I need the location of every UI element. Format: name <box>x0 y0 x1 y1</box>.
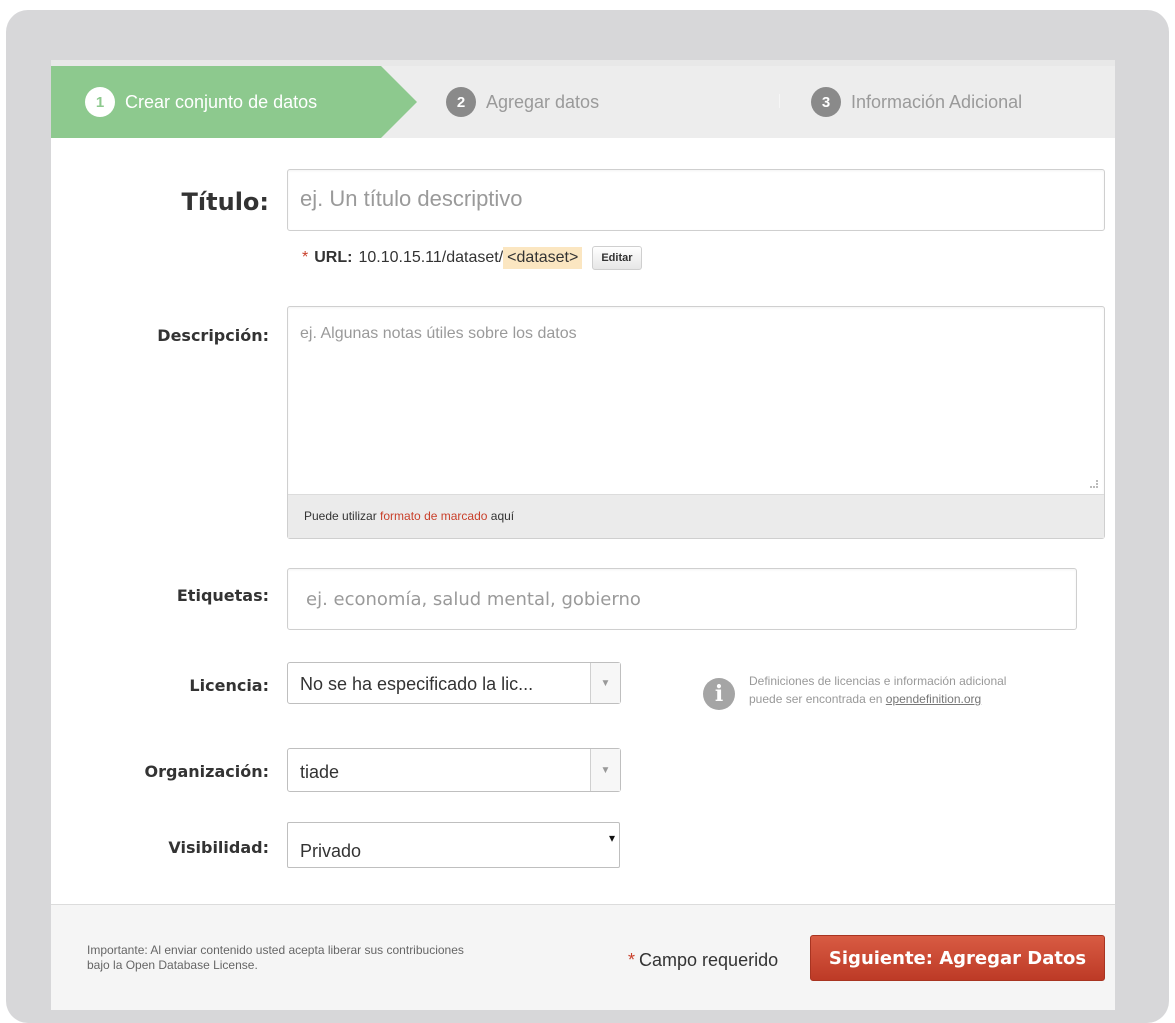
license-info-text: Definiciones de licencias e información … <box>749 672 1109 710</box>
license-label: Licencia: <box>189 676 269 695</box>
legal-notice: Importante: Al enviar contenido usted ac… <box>87 943 607 973</box>
title-label: Título: <box>181 188 269 216</box>
stage-create-dataset[interactable]: 1 Crear conjunto de datos <box>85 66 317 138</box>
markdown-hint: Puede utilizar formato de marcado aquí <box>288 494 1104 538</box>
form-actions: Importante: Al enviar contenido usted ac… <box>51 905 1115 1010</box>
stage-label: Información Adicional <box>851 91 1023 112</box>
url-label: URL: <box>314 249 353 266</box>
url-line: * URL: 10.10.15.11/dataset/ <dataset> Ed… <box>302 246 642 270</box>
dataset-form-card: 1 Crear conjunto de datos 2 Agregar dato… <box>51 60 1115 1010</box>
stage-label: Agregar datos <box>486 91 600 112</box>
legal-line1: Importante: Al enviar contenido usted ac… <box>87 943 464 957</box>
visibility-select[interactable]: Privado ▾ <box>287 822 620 868</box>
visibility-label: Visibilidad: <box>168 838 269 857</box>
stage-number: 3 <box>811 87 841 117</box>
markdown-suffix: aquí <box>487 509 515 523</box>
dropdown-arrow-icon[interactable]: ▾ <box>609 831 615 845</box>
license-info-line2-prefix: puede ser encontrada en <box>749 692 886 706</box>
required-field-note: * Campo requerido <box>628 950 778 971</box>
stage-additional-info[interactable]: 3 Información Adicional <box>811 66 1022 138</box>
license-value: No se ha especificado la lic... <box>300 674 534 694</box>
url-prefix: 10.10.15.11/dataset/ <box>358 249 504 266</box>
stage-progress: 1 Crear conjunto de datos 2 Agregar dato… <box>51 66 1115 138</box>
stage-label: Crear conjunto de datos <box>125 91 318 112</box>
tags-placeholder: ej. economía, salud mental, gobierno <box>306 589 641 610</box>
chevron-down-icon[interactable]: ▼ <box>590 663 620 703</box>
next-add-data-button[interactable]: Siguiente: Agregar Datos <box>810 935 1105 981</box>
info-icon: i <box>703 678 735 710</box>
tags-input[interactable]: ej. economía, salud mental, gobierno <box>287 568 1077 630</box>
title-input[interactable]: ej. Un título descriptivo <box>287 169 1105 231</box>
markdown-link[interactable]: formato de marcado <box>380 509 487 523</box>
description-label: Descripción: <box>157 326 269 345</box>
active-stage-arrow <box>381 66 417 138</box>
chevron-down-icon[interactable]: ▼ <box>590 749 620 791</box>
url-slug: <dataset> <box>503 247 583 269</box>
license-info-line1: Definiciones de licencias e información … <box>749 674 1007 688</box>
window-frame: 1 Crear conjunto de datos 2 Agregar dato… <box>6 10 1169 1023</box>
tags-label: Etiquetas: <box>176 586 269 605</box>
edit-url-button[interactable]: Editar <box>592 246 642 270</box>
organization-select[interactable]: tiade ▼ <box>287 748 621 792</box>
description-textarea[interactable]: ej. Algunas notas útiles sobre los datos… <box>287 306 1105 539</box>
opendefinition-link[interactable]: opendefinition.org <box>886 692 981 706</box>
legal-line2: bajo la Open Database License. <box>87 958 258 972</box>
visibility-value: Privado <box>300 841 362 861</box>
required-mark: * <box>302 249 309 266</box>
organization-label: Organización: <box>144 762 269 781</box>
stage-add-data[interactable]: 2 Agregar datos <box>446 66 599 138</box>
resize-handle-icon[interactable] <box>1090 480 1098 488</box>
markdown-prefix: Puede utilizar <box>304 509 381 523</box>
license-info: i Definiciones de licencias e informació… <box>703 672 1109 710</box>
stage-number: 1 <box>85 87 115 117</box>
description-placeholder: ej. Algunas notas útiles sobre los datos <box>300 325 577 342</box>
required-mark: * <box>628 950 636 970</box>
required-note-text: Campo requerido <box>639 950 779 970</box>
license-select[interactable]: No se ha especificado la lic... ▼ <box>287 662 621 704</box>
stage-separator <box>779 94 783 108</box>
title-placeholder: ej. Un título descriptivo <box>300 186 523 211</box>
stage-number: 2 <box>446 87 476 117</box>
organization-value: tiade <box>300 762 340 782</box>
